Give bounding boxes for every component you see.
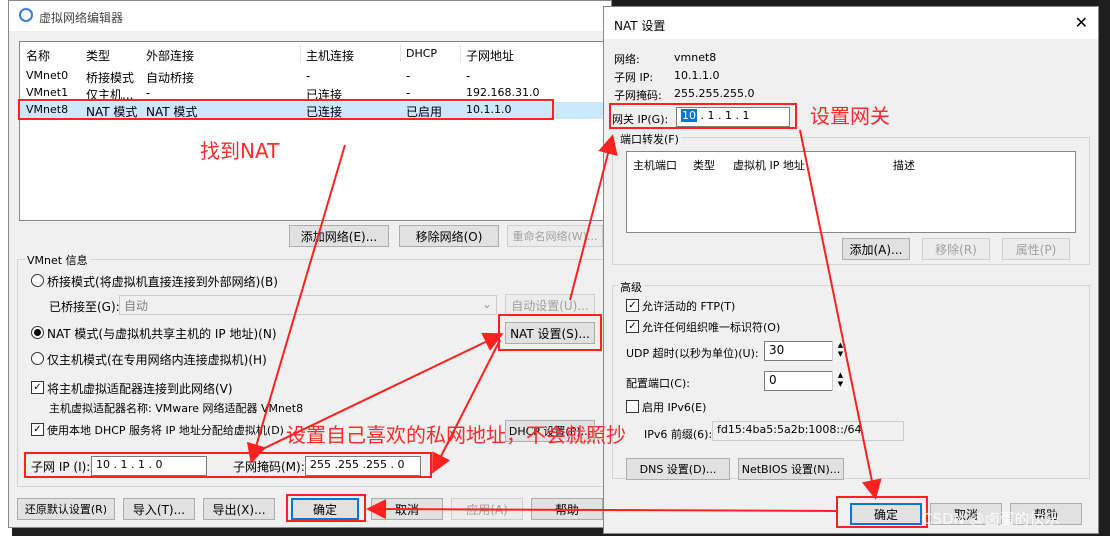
watermark: CSDN @卤蛋的快乐 xyxy=(922,510,1060,528)
export-button[interactable]: 导出(X)... xyxy=(203,498,275,520)
col-name: 名称 xyxy=(26,49,51,63)
subnet-ip-label: 子网 IP (I): xyxy=(31,460,91,474)
nat-title-bar[interactable]: NAT 设置 ✕ xyxy=(604,7,1098,39)
gateway-ip-label: 网关 IP(G): xyxy=(612,113,669,126)
vmnet-info-title: VMnet 信息 xyxy=(25,252,90,268)
col-dhcp: DHCP xyxy=(406,47,438,60)
ipv6-prefix-label: IPv6 前缀(6): xyxy=(644,428,713,441)
nat-subnet-mask-value: 255.255.255.0 xyxy=(674,87,755,100)
table-row-vmnet8[interactable]: VMnet8 NAT 模式 NAT 模式 已连接 已启用 10.1.1.0 xyxy=(20,102,604,119)
pf-header: 主机端口 类型 虚拟机 IP 地址 描述 xyxy=(633,159,915,172)
gateway-ip-selected: 10 xyxy=(681,109,697,122)
config-port-label: 配置端口(C): xyxy=(626,377,690,390)
host-only-label: 仅主机模式(在专用网络内连接虚拟机)(H) xyxy=(47,353,267,367)
ipv6-prefix-input[interactable]: fd15:4ba5:5a2b:1008::/64 xyxy=(712,421,904,441)
subnet-mask-label: 子网掩码(M): xyxy=(233,460,305,474)
annotation-set-gateway: 设置网关 xyxy=(810,104,890,128)
adapter-name-text: 主机虚拟适配器名称: VMware 网络适配器 VMnet8 xyxy=(49,402,304,415)
enable-ipv6-checkbox[interactable] xyxy=(626,400,639,413)
enable-ipv6-label: 启用 IPv6(E) xyxy=(642,401,707,414)
virtual-network-editor-window: 虚拟网络编辑器 名称 类型 外部连接 主机连接 DHCP 子网地址 VMnet0… xyxy=(8,0,612,528)
nat-mode-radio[interactable] xyxy=(31,326,44,339)
col-subnet: 子网地址 xyxy=(466,49,515,63)
port-forwarding-list[interactable]: 主机端口 类型 虚拟机 IP 地址 描述 xyxy=(626,151,1076,233)
subnet-ip-input[interactable]: 10 . 1 . 1 . 0 xyxy=(91,456,207,476)
nat-settings-button[interactable]: NAT 设置(S)... xyxy=(505,322,595,344)
port-forwarding-title: 端口转发(F) xyxy=(618,131,681,147)
title-bar[interactable]: 虚拟网络编辑器 xyxy=(9,1,611,31)
gateway-ip-input[interactable]: 10 . 1 . 1 . 1 xyxy=(676,107,790,127)
col-external: 外部连接 xyxy=(146,49,195,63)
app-icon xyxy=(19,8,33,22)
remove-port-button[interactable]: 移除(R) xyxy=(922,238,990,260)
add-network-button[interactable]: 添加网络(E)... xyxy=(289,225,389,247)
allow-org-checkbox[interactable]: ✓ xyxy=(626,320,639,333)
subnet-mask-input[interactable]: 255 .255 .255 . 0 xyxy=(305,456,421,476)
rename-network-button[interactable]: 重命名网络(W)... xyxy=(507,225,603,247)
dns-settings-button[interactable]: DNS 设置(D)... xyxy=(626,458,730,480)
annotation-find-nat: 找到NAT xyxy=(200,139,280,163)
nat-mode-label: NAT 模式(与虚拟机共享主机的 IP 地址)(N) xyxy=(47,327,277,341)
cancel-button[interactable]: 取消 xyxy=(371,498,443,520)
window-title: 虚拟网络编辑器 xyxy=(39,11,124,25)
network-list[interactable]: 名称 类型 外部连接 主机连接 DHCP 子网地址 VMnet0 桥接模式 自动… xyxy=(19,41,605,221)
host-only-radio[interactable] xyxy=(31,352,44,365)
nat-subnet-ip-label: 子网 IP: xyxy=(614,71,654,84)
auto-settings-button[interactable]: 自动设置(U)... xyxy=(505,294,595,316)
nat-ok-button[interactable]: 确定 xyxy=(850,503,922,525)
nat-window-title: NAT 设置 xyxy=(614,19,666,33)
col-host: 主机连接 xyxy=(306,49,355,63)
network-label: 网络: xyxy=(614,53,640,66)
add-port-button[interactable]: 添加(A)... xyxy=(842,238,910,260)
advanced-title: 高级 xyxy=(618,279,644,295)
bridged-to-select[interactable]: 自动 ⌄ xyxy=(119,295,497,315)
list-header: 名称 类型 外部连接 主机连接 DHCP 子网地址 xyxy=(20,46,604,63)
allow-org-label: 允许任何组织唯一标识符(O) xyxy=(642,321,781,334)
config-port-stepper[interactable]: ▲ ▼ xyxy=(832,371,848,391)
bridge-mode-radio[interactable] xyxy=(31,274,44,287)
help-button[interactable]: 帮助 xyxy=(531,498,603,520)
remove-network-button[interactable]: 移除网络(O) xyxy=(399,225,499,247)
nat-subnet-mask-label: 子网掩码: xyxy=(614,89,662,102)
col-type: 类型 xyxy=(86,49,111,63)
apply-button[interactable]: 应用(A) xyxy=(451,498,523,520)
bridge-mode-label: 桥接模式(将虚拟机直接连接到外部网络)(B) xyxy=(47,275,278,289)
table-row[interactable]: VMnet0 桥接模式 自动桥接 - - - xyxy=(20,68,604,85)
connect-adapter-label: 将主机虚拟适配器连接到此网络(V) xyxy=(47,382,233,396)
allow-ftp-checkbox[interactable]: ✓ xyxy=(626,299,639,312)
bridged-to-label: 已桥接至(G): xyxy=(49,300,120,314)
restore-defaults-button[interactable]: 还原默认设置(R) xyxy=(17,498,115,520)
nat-settings-window: NAT 设置 ✕ 网络: vmnet8 子网 IP: 10.1.1.0 子网掩码… xyxy=(603,6,1099,534)
nat-subnet-ip-value: 10.1.1.0 xyxy=(674,69,720,82)
network-value: vmnet8 xyxy=(674,51,717,64)
import-button[interactable]: 导入(T)... xyxy=(123,498,195,520)
use-dhcp-label: 使用本地 DHCP 服务将 IP 地址分配给虚拟机(D) xyxy=(47,424,284,437)
annotation-set-private: 设置自己喜欢的私网地址，不会就照抄 xyxy=(286,423,626,447)
udp-timeout-label: UDP 超时(以秒为单位)(U): xyxy=(626,347,759,360)
chevron-down-icon: ⌄ xyxy=(481,297,492,311)
use-dhcp-checkbox[interactable]: ✓ xyxy=(31,423,44,436)
table-row[interactable]: VMnet1 仅主机... - 已连接 - 192.168.31.0 xyxy=(20,85,604,102)
allow-ftp-label: 允许活动的 FTP(T) xyxy=(642,300,736,313)
gateway-ip-rest: . 1 . 1 . 1 xyxy=(697,109,750,122)
netbios-settings-button[interactable]: NetBIOS 设置(N)... xyxy=(738,458,844,480)
close-icon[interactable]: ✕ xyxy=(1075,13,1088,32)
udp-timeout-stepper[interactable]: ▲ ▼ xyxy=(832,341,848,361)
properties-button[interactable]: 属性(P) xyxy=(1002,238,1070,260)
ok-button[interactable]: 确定 xyxy=(291,498,359,520)
connect-adapter-checkbox[interactable]: ✓ xyxy=(31,381,44,394)
